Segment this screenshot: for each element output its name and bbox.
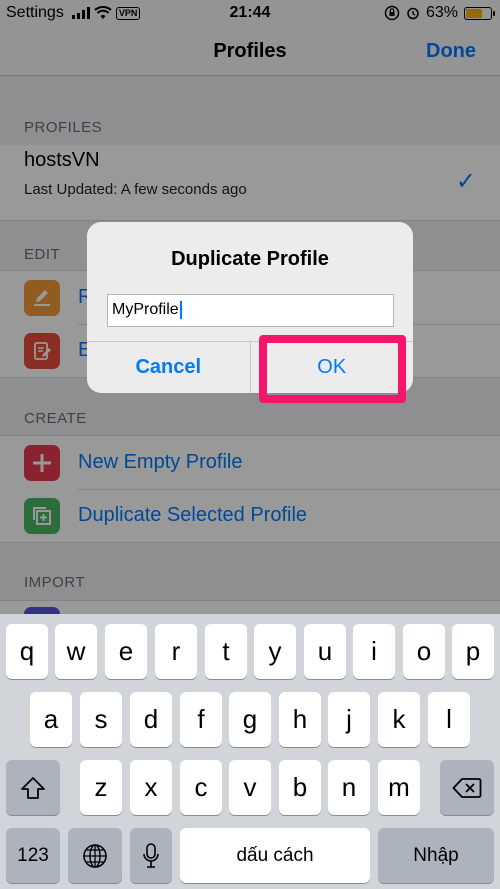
key-e[interactable]: e [105, 624, 147, 679]
key-t[interactable]: t [205, 624, 247, 679]
key-q[interactable]: q [6, 624, 48, 679]
key-c[interactable]: c [180, 760, 222, 815]
key-v[interactable]: v [229, 760, 271, 815]
key-y[interactable]: y [254, 624, 296, 679]
key-m[interactable]: m [378, 760, 420, 815]
dialog-title: Duplicate Profile [171, 248, 329, 270]
return-key[interactable]: Nhập [378, 828, 494, 883]
profile-name-input[interactable]: MyProfile [107, 294, 394, 327]
key-a[interactable]: a [30, 692, 72, 747]
key-z[interactable]: z [80, 760, 122, 815]
key-u[interactable]: u [304, 624, 346, 679]
text-cursor [179, 301, 182, 319]
key-n[interactable]: n [328, 760, 370, 815]
key-s[interactable]: s [80, 692, 122, 747]
key-l[interactable]: l [428, 692, 470, 747]
key-j[interactable]: j [328, 692, 370, 747]
key-w[interactable]: w [55, 624, 97, 679]
cancel-button[interactable]: Cancel [87, 342, 251, 393]
numbers-key[interactable]: 123 [6, 828, 60, 883]
key-g[interactable]: g [229, 692, 271, 747]
key-b[interactable]: b [279, 760, 321, 815]
shift-key[interactable] [6, 760, 60, 815]
ok-button-highlight [259, 335, 406, 403]
key-d[interactable]: d [130, 692, 172, 747]
globe-key[interactable] [68, 828, 122, 883]
key-r[interactable]: r [155, 624, 197, 679]
key-x[interactable]: x [130, 760, 172, 815]
key-i[interactable]: i [353, 624, 395, 679]
profile-name-value: MyProfile [112, 301, 179, 319]
key-p[interactable]: p [452, 624, 494, 679]
microphone-icon [143, 842, 159, 868]
dictation-key[interactable] [130, 828, 172, 883]
delete-key[interactable] [440, 760, 494, 815]
shift-icon [21, 776, 45, 799]
backspace-icon [452, 777, 482, 798]
key-f[interactable]: f [180, 692, 222, 747]
key-o[interactable]: o [403, 624, 445, 679]
space-key[interactable]: dấu cách [180, 828, 370, 883]
keyboard: q w e r t y u i o p a s d f g h j k l z … [0, 614, 500, 889]
key-h[interactable]: h [279, 692, 321, 747]
key-k[interactable]: k [378, 692, 420, 747]
globe-icon [83, 843, 107, 868]
